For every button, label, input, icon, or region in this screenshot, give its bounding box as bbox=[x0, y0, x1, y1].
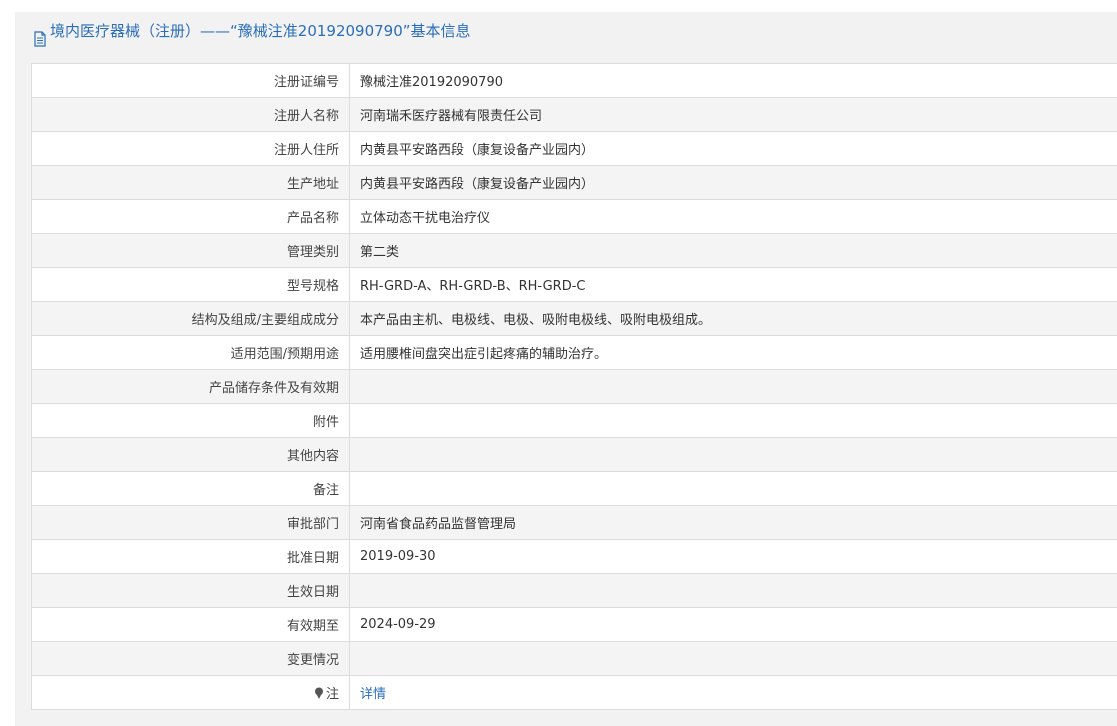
table-row: 审批部门 河南省食品药品监督管理局 bbox=[32, 505, 1117, 540]
page-header: 境内医疗器械（注册）——“豫械注准20192090790”基本信息 bbox=[15, 12, 1117, 50]
table-row: 管理类别 第二类 bbox=[32, 233, 1117, 268]
field-label: 产品储存条件及有效期 bbox=[32, 369, 350, 404]
table-row: 备注 bbox=[32, 471, 1117, 506]
field-value: 2019-09-30 bbox=[349, 539, 1117, 574]
field-label: 注册人住所 bbox=[32, 131, 350, 166]
table-row: 结构及组成/主要组成成分 本产品由主机、电极线、电极、吸附电极线、吸附电极组成。 bbox=[32, 301, 1117, 336]
field-value: 本产品由主机、电极线、电极、吸附电极线、吸附电极组成。 bbox=[349, 301, 1117, 336]
field-value: 内黄县平安路西段（康复设备产业园内） bbox=[349, 131, 1117, 166]
field-label: 结构及组成/主要组成成分 bbox=[32, 301, 350, 336]
note-row: 注 详情 bbox=[32, 675, 1117, 710]
table-row: 注册人名称 河南瑞禾医疗器械有限责任公司 bbox=[32, 97, 1117, 132]
field-value bbox=[349, 471, 1117, 506]
field-value bbox=[349, 573, 1117, 608]
field-label: 变更情况 bbox=[32, 641, 350, 676]
table-row: 产品储存条件及有效期 bbox=[32, 369, 1117, 404]
field-value: 适用腰椎间盘突出症引起疼痛的辅助治疗。 bbox=[349, 335, 1117, 370]
field-label: 备注 bbox=[32, 471, 350, 506]
table-row: 注册证编号 豫械注准20192090790 bbox=[32, 64, 1117, 98]
note-label: 注 bbox=[325, 687, 339, 702]
field-value bbox=[349, 437, 1117, 472]
field-label: 批准日期 bbox=[32, 539, 350, 574]
note-label-cell: 注 bbox=[32, 675, 350, 710]
table-row: 注册人住所 内黄县平安路西段（康复设备产业园内） bbox=[32, 131, 1117, 166]
field-label: 审批部门 bbox=[32, 505, 350, 540]
field-value bbox=[349, 641, 1117, 676]
table-row: 附件 bbox=[32, 403, 1117, 438]
field-label: 注册证编号 bbox=[32, 64, 350, 98]
field-value: 河南省食品药品监督管理局 bbox=[349, 505, 1117, 540]
field-label: 注册人名称 bbox=[32, 97, 350, 132]
table-row: 产品名称 立体动态干扰电治疗仪 bbox=[32, 199, 1117, 234]
info-table: 注册证编号 豫械注准20192090790 注册人名称 河南瑞禾医疗器械有限责任公司… bbox=[31, 63, 1117, 710]
field-label: 生效日期 bbox=[32, 573, 350, 608]
table-row: 型号规格 RH-GRD-A、RH-GRD-B、RH-GRD-C bbox=[32, 267, 1117, 302]
field-label: 其他内容 bbox=[32, 437, 350, 472]
field-value: 2024-09-29 bbox=[349, 607, 1117, 642]
field-label: 型号规格 bbox=[32, 267, 350, 302]
table-row: 生效日期 bbox=[32, 573, 1117, 608]
field-label: 管理类别 bbox=[32, 233, 350, 268]
table-row: 有效期至 2024-09-29 bbox=[32, 607, 1117, 642]
page-title: 境内医疗器械（注册）——“豫械注准20192090790”基本信息 bbox=[50, 22, 471, 40]
table-row: 变更情况 bbox=[32, 641, 1117, 676]
info-panel: 境内医疗器械（注册）——“豫械注准20192090790”基本信息 注册证编号豫… bbox=[15, 12, 1117, 726]
document-icon bbox=[33, 23, 47, 47]
field-value: 河南瑞禾医疗器械有限责任公司 bbox=[349, 97, 1117, 132]
field-label: 附件 bbox=[32, 403, 350, 438]
field-label: 适用范围/预期用途 bbox=[32, 335, 350, 370]
field-value: 豫械注准20192090790 bbox=[349, 64, 1117, 98]
field-value: RH-GRD-A、RH-GRD-B、RH-GRD-C bbox=[349, 267, 1117, 302]
table-row: 批准日期 2019-09-30 bbox=[32, 539, 1117, 574]
table-row: 适用范围/预期用途 适用腰椎间盘突出症引起疼痛的辅助治疗。 bbox=[32, 335, 1117, 370]
table-row: 生产地址 内黄县平安路西段（康复设备产业园内） bbox=[32, 165, 1117, 200]
field-value bbox=[349, 403, 1117, 438]
field-value bbox=[349, 369, 1117, 404]
field-label: 产品名称 bbox=[32, 199, 350, 234]
note-value-cell: 详情 bbox=[349, 675, 1117, 710]
table-row: 其他内容 bbox=[32, 437, 1117, 472]
details-link[interactable]: 详情 bbox=[360, 687, 386, 702]
field-value: 第二类 bbox=[349, 233, 1117, 268]
pin-icon bbox=[314, 687, 324, 699]
field-label: 生产地址 bbox=[32, 165, 350, 200]
field-value: 立体动态干扰电治疗仪 bbox=[349, 199, 1117, 234]
field-value: 内黄县平安路西段（康复设备产业园内） bbox=[349, 165, 1117, 200]
field-label: 有效期至 bbox=[32, 607, 350, 642]
